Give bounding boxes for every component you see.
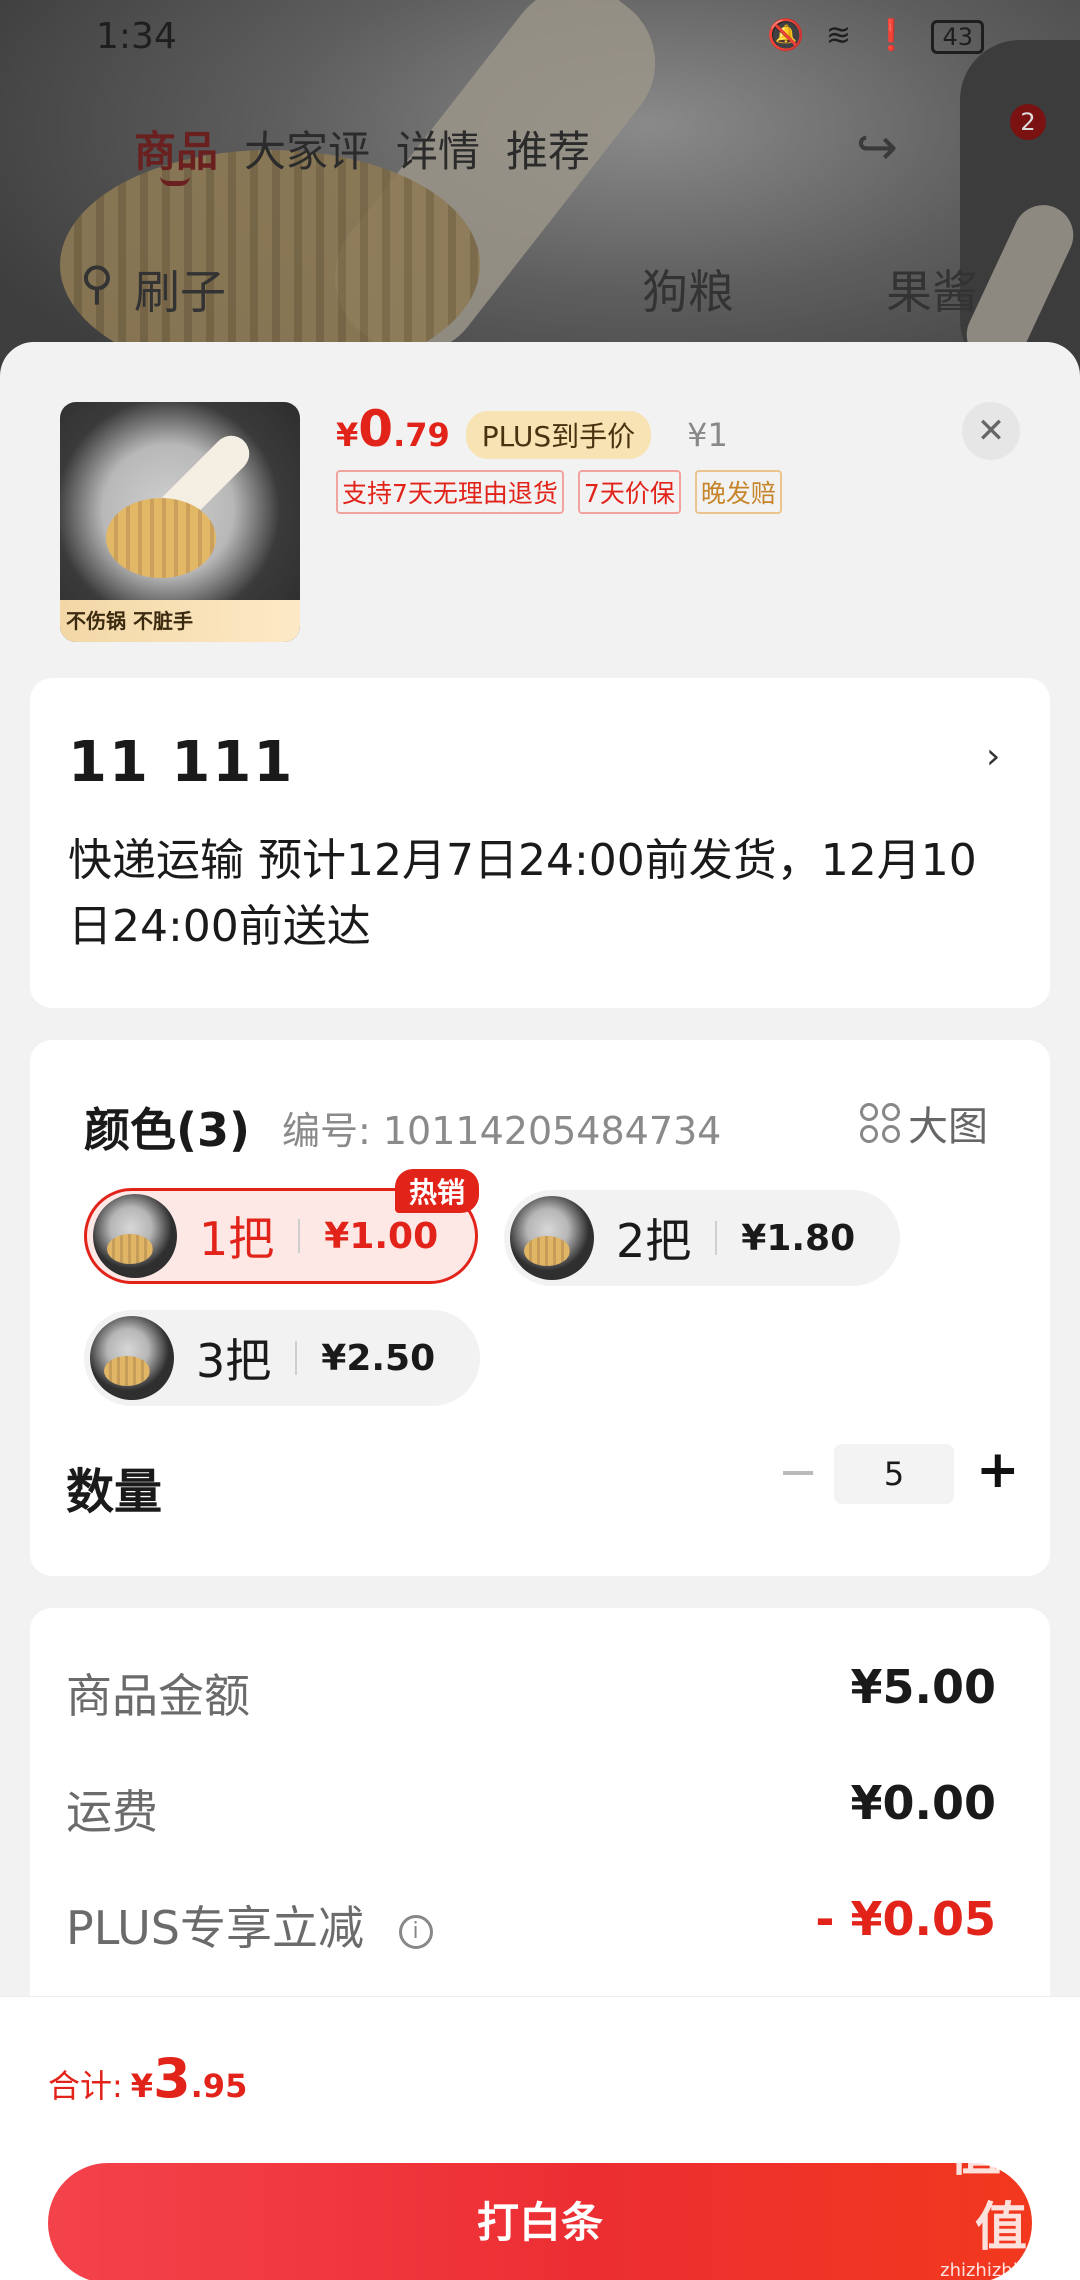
original-price: ¥1	[687, 416, 728, 454]
status-icons: 🔕 ≋ ❗ 43	[767, 18, 984, 54]
purchase-sheet: 不伤锅 不脏手 ¥ 0 .79 PLUS到手价 ¥1 支持7天无理由退货 7天价…	[0, 342, 1080, 2280]
info-icon[interactable]: i	[398, 1914, 433, 1949]
hot-sale-badge: 热销	[394, 1169, 479, 1213]
spec-option-3[interactable]: 3把 ¥2.50	[84, 1310, 480, 1406]
promo-tag-price-protect: 7天价保	[577, 470, 681, 514]
shipping-estimate: 快递运输 预计12月7日24:00前发货，12月10日24:00前送达	[68, 835, 977, 952]
summary-value: ¥5.00	[850, 1660, 996, 1714]
price-decimal: .79	[393, 416, 450, 454]
option-divider	[295, 1341, 298, 1375]
summary-label: 商品金额	[66, 1669, 250, 1723]
big-image-button[interactable]: 大图	[860, 1094, 988, 1152]
address-card[interactable]: 11 111 › 快递运输 预计12月7日24:00前发货，12月10日24:0…	[30, 678, 1050, 1008]
status-time: 1:34	[96, 16, 177, 57]
watermark-logo: 值值值	[948, 2123, 1053, 2258]
spec-title: 颜色(3)	[84, 1103, 251, 1157]
spec-card: 颜色(3) 编号: 10114205484734 大图 1把 ¥1.00 热销 …	[30, 1040, 1050, 1576]
total-label: 合计:	[48, 2067, 123, 2105]
option-thumbnail	[510, 1196, 594, 1280]
watermark-url: zhizhizhi.com	[940, 2260, 1062, 2280]
close-button[interactable]: ✕	[962, 402, 1020, 460]
close-icon: ✕	[976, 411, 1006, 451]
wifi-icon: ≋	[825, 18, 857, 53]
grid-icon	[860, 1103, 900, 1143]
option-thumbnail	[93, 1194, 177, 1278]
product-code: 编号: 10114205484734	[282, 1109, 722, 1153]
big-image-label: 大图	[908, 1104, 988, 1150]
plus-price-tag: PLUS到手价	[465, 411, 652, 459]
search-icon: ⚲	[80, 256, 114, 310]
option-label: 2把	[616, 1214, 692, 1268]
thumbnail-caption: 不伤锅 不脏手	[60, 600, 300, 642]
total-price: 合计: ¥ 3 .95	[48, 2047, 247, 2110]
recipient-name: 11 111	[68, 730, 295, 795]
cart-badge: 2	[1010, 104, 1046, 140]
battery-icon: 43	[931, 19, 984, 54]
pay-button[interactable]: 打白条	[48, 2163, 1032, 2280]
total-symbol: ¥	[130, 2067, 154, 2105]
quantity-minus-button[interactable]: −	[778, 1444, 818, 1500]
summary-row-goods: 商品金额 ¥5.00	[66, 1660, 996, 1726]
option-thumbnail	[90, 1316, 174, 1400]
quantity-label: 数量	[66, 1464, 163, 1520]
sheet-header: 不伤锅 不脏手 ¥ 0 .79 PLUS到手价 ¥1 支持7天无理由退货 7天价…	[0, 342, 1080, 662]
price-row: ¥ 0 .79 PLUS到手价 ¥1	[336, 400, 728, 460]
tab-reviews[interactable]: 大家评	[244, 118, 370, 179]
summary-row-plus-discount: PLUS专享立减 i - ¥0.05	[66, 1892, 996, 1958]
promo-tags: 支持7天无理由退货 7天价保 晚发赔	[336, 470, 782, 514]
share-icon[interactable]: ↪	[856, 118, 898, 176]
summary-value: ¥0.00	[850, 1776, 996, 1830]
status-bar: 1:34 🔕 ≋ ❗ 43	[0, 0, 1080, 74]
option-label: 3把	[196, 1334, 272, 1388]
tab-product[interactable]: 商品	[134, 118, 218, 179]
watermark: 值值值 zhizhizhi.com	[926, 2110, 1076, 2280]
option-label: 1把	[199, 1212, 275, 1266]
suggest-item-2[interactable]: 果酱	[886, 256, 978, 322]
option-divider	[715, 1221, 718, 1255]
spec-option-1[interactable]: 1把 ¥1.00 热销	[84, 1169, 479, 1284]
total-integer: 3	[153, 2047, 191, 2110]
tab-details[interactable]: 详情	[396, 118, 480, 179]
search-text[interactable]: 刷子	[134, 256, 226, 322]
product-thumbnail[interactable]: 不伤锅 不脏手	[60, 402, 300, 642]
checkout-footer: 合计: ¥ 3 .95 打白条	[0, 1996, 1080, 2280]
product-tabs: 商品 大家评 详情 推荐	[134, 118, 590, 179]
summary-row-shipping: 运费 ¥0.00	[66, 1776, 996, 1842]
quantity-plus-button[interactable]: +	[976, 1440, 1020, 1500]
summary-label: PLUS专享立减	[66, 1901, 364, 1955]
option-price: ¥1.80	[741, 1217, 856, 1259]
summary-label: 运费	[66, 1785, 158, 1839]
option-price: ¥1.00	[324, 1215, 439, 1257]
alert-icon: ❗	[872, 18, 916, 53]
summary-value: - ¥0.05	[815, 1892, 996, 1946]
price-integer: 0	[358, 400, 394, 458]
option-price: ¥2.50	[321, 1337, 436, 1379]
mute-icon: 🔕	[766, 18, 811, 53]
spec-option-2[interactable]: 2把 ¥1.80	[504, 1190, 900, 1286]
thumbnail-brush-head	[106, 498, 216, 578]
chevron-right-icon: ›	[986, 736, 1001, 777]
tab-recommend[interactable]: 推荐	[506, 118, 590, 179]
promo-tag-return: 支持7天无理由退货	[336, 470, 564, 514]
option-divider	[298, 1219, 301, 1253]
total-decimal: .95	[190, 2067, 248, 2105]
promo-tag-late-compensation: 晚发赔	[694, 470, 782, 514]
quantity-input[interactable]: 5	[834, 1444, 954, 1504]
price-symbol: ¥	[336, 416, 359, 454]
suggest-item-1[interactable]: 狗粮	[642, 256, 734, 322]
